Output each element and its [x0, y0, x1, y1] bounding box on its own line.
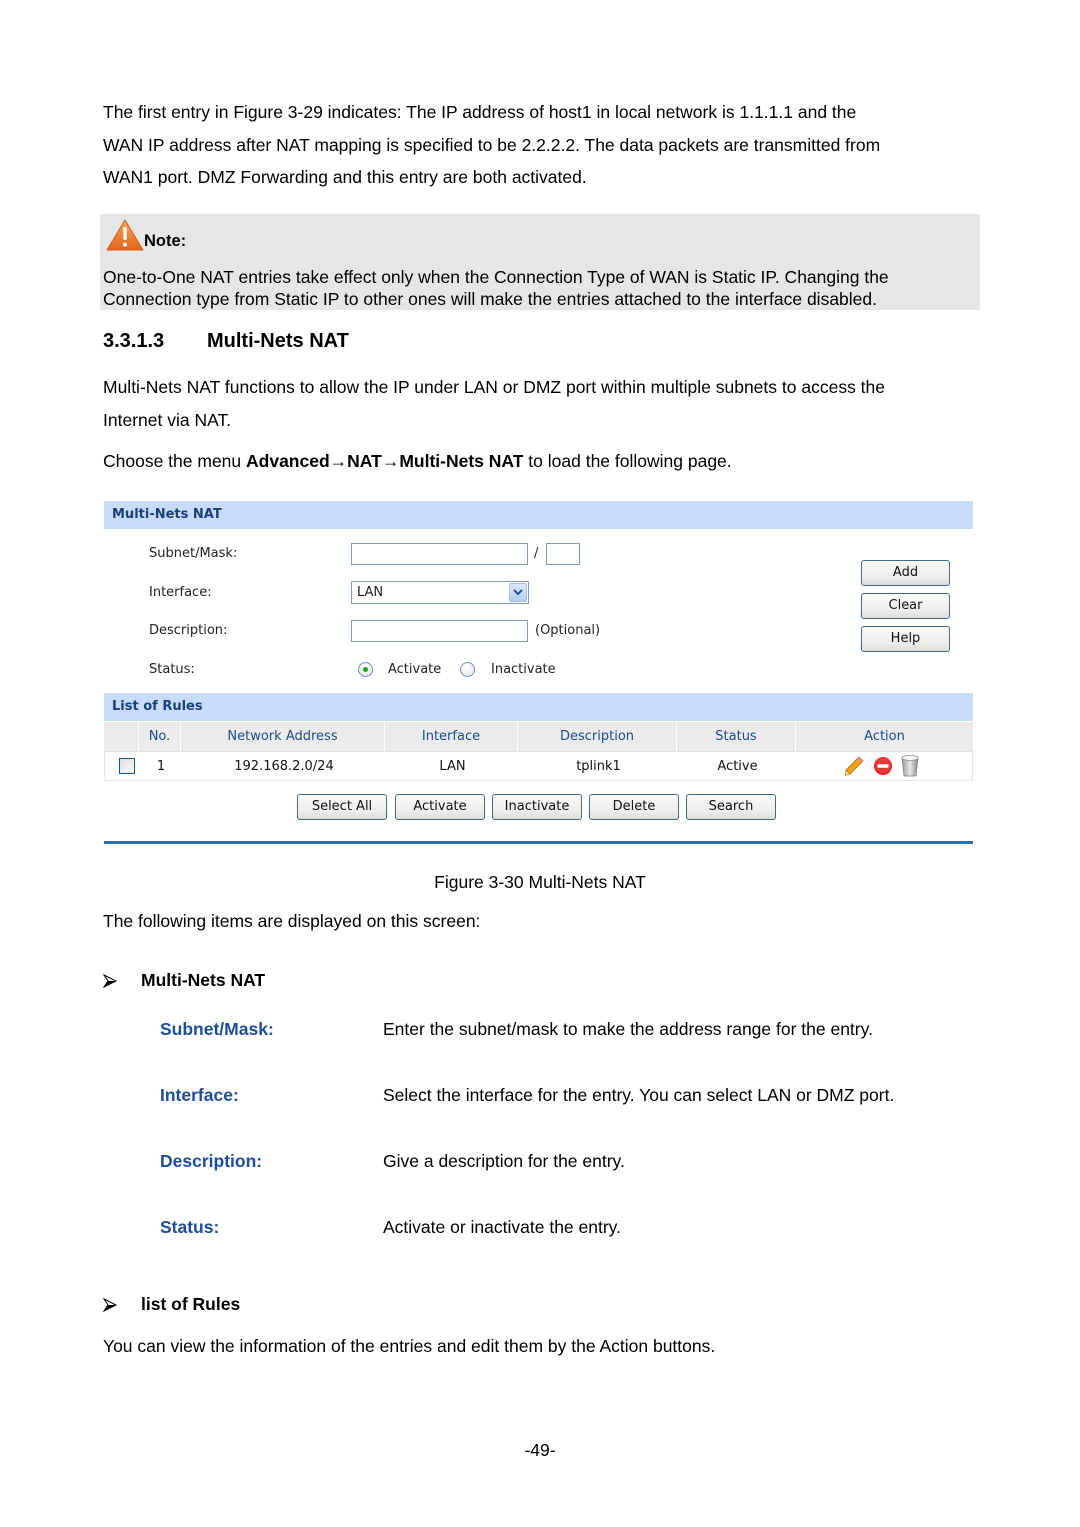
optional-hint: (Optional) — [535, 623, 601, 638]
select-all-button[interactable]: Select All — [297, 794, 387, 820]
menu-prefix: Choose the menu — [103, 451, 247, 471]
multi-nets-nat-screenshot: Multi-Nets NAT Subnet/Mask: / Interface:… — [104, 501, 973, 846]
note-title: Note: — [144, 232, 187, 250]
subnet-mask-label: Subnet/Mask: — [149, 546, 238, 561]
section-heading: 3.3.1.3 Multi-Nets NAT — [103, 329, 349, 353]
description-label: Description: — [149, 623, 228, 638]
col-status: Status — [677, 722, 796, 752]
status-inactivate-label: Inactivate — [491, 662, 556, 677]
description-input[interactable] — [351, 620, 528, 642]
row-network-address: 192.168.2.0/24 — [234, 759, 334, 774]
items-intro: The following items are displayed on thi… — [103, 911, 481, 931]
bullet-heading-text: list of Rules — [141, 1294, 241, 1314]
section-title: Multi-Nets NAT — [207, 330, 349, 352]
panel-header-list-of-rules: List of Rules — [104, 693, 973, 721]
col-select — [104, 722, 139, 752]
note-line-2: Connection type from Static IP to other … — [103, 289, 877, 309]
interface-label: Interface: — [149, 585, 212, 600]
figure-bottom-divider — [104, 841, 973, 844]
subnet-input[interactable] — [351, 543, 528, 565]
figure-caption: Figure 3-30 Multi-Nets NAT — [434, 872, 646, 892]
row-interface: LAN — [439, 759, 466, 774]
bullet-heading-list-of-rules: list of Rules — [103, 1294, 240, 1315]
status-label: Status: — [149, 662, 195, 677]
search-button[interactable]: Search — [686, 794, 776, 820]
term-interface: Interface: — [160, 1085, 239, 1105]
chevron-down-icon[interactable] — [509, 583, 527, 602]
rules-table-header: No. Network Address Interface Descriptio… — [104, 722, 973, 752]
term-description: Description: — [160, 1151, 263, 1171]
page-number: -49- — [524, 1440, 556, 1460]
clear-button[interactable]: Clear — [861, 593, 950, 619]
edit-pencil-icon[interactable] — [843, 755, 865, 788]
panel-header-multi-nets-nat: Multi-Nets NAT — [104, 501, 973, 529]
arrow-bullet-icon — [103, 1297, 141, 1312]
row-checkbox[interactable] — [119, 758, 135, 774]
row-no: 1 — [156, 759, 166, 774]
note-line-1: One-to-One NAT entries take effect only … — [103, 267, 889, 287]
arrow-bullet-icon — [103, 973, 141, 988]
def-description: Give a description for the entry. — [383, 1151, 625, 1171]
col-description: Description — [518, 722, 677, 752]
intro-line-2: WAN IP address after NAT mapping is spec… — [103, 134, 881, 155]
section-number: 3.3.1.3 — [103, 330, 165, 352]
row-description: tplink1 — [576, 759, 621, 774]
def-status: Activate or inactivate the entry. — [383, 1217, 621, 1237]
section-description: Multi-Nets NAT functions to allow the IP… — [103, 371, 973, 436]
bullet-heading-multi-nets-nat: Multi-Nets NAT — [103, 970, 265, 991]
disable-icon[interactable] — [873, 756, 893, 787]
menu-instruction: Choose the menu Advanced→NAT→Multi-Nets … — [103, 445, 973, 478]
intro-paragraph: The first entry in Figure 3-29 indicates… — [103, 96, 973, 194]
menu-path: Advanced→NAT→Multi-Nets NAT — [246, 451, 524, 471]
delete-trash-icon[interactable] — [900, 754, 920, 789]
def-interface: Select the interface for the entry. You … — [383, 1085, 895, 1105]
note-text: One-to-One NAT entries take effect only … — [103, 266, 980, 310]
list-of-rules-text: You can view the information of the entr… — [103, 1336, 716, 1356]
intro-line-3: WAN1 port. DMZ Forwarding and this entry… — [103, 167, 587, 187]
col-network-address: Network Address — [181, 722, 385, 752]
activate-button[interactable]: Activate — [395, 794, 485, 820]
mask-separator: / — [534, 546, 539, 561]
status-inactivate-radio[interactable] — [460, 662, 475, 677]
inactivate-button[interactable]: Inactivate — [492, 794, 582, 820]
note-box: Note: One-to-One NAT entries take effect… — [100, 214, 980, 310]
bullet-heading-text: Multi-Nets NAT — [141, 970, 266, 990]
table-row: 1 192.168.2.0/24 LAN tplink1 Active — [104, 752, 973, 781]
delete-button[interactable]: Delete — [589, 794, 679, 820]
row-status: Active — [717, 759, 758, 774]
interface-select[interactable]: LAN — [351, 581, 529, 604]
mask-input[interactable] — [546, 543, 580, 565]
add-button[interactable]: Add — [861, 560, 950, 586]
term-subnet-mask: Subnet/Mask: — [160, 1019, 274, 1039]
menu-suffix: to load the following page. — [523, 451, 732, 471]
note-header: Note: — [104, 216, 186, 252]
row-actions — [797, 752, 974, 781]
status-activate-label: Activate — [388, 662, 442, 677]
section-desc-line-1: Multi-Nets NAT functions to allow the IP… — [103, 377, 886, 397]
term-status: Status: — [160, 1217, 220, 1237]
col-no: No. — [139, 722, 181, 752]
col-action: Action — [864, 729, 905, 744]
section-desc-line-2: Internet via NAT. — [103, 409, 232, 430]
def-subnet-mask: Enter the subnet/mask to make the addres… — [383, 1019, 873, 1039]
interface-selected-value: LAN — [357, 585, 384, 600]
intro-line-1: The first entry in Figure 3-29 indicates… — [103, 102, 857, 122]
col-interface: Interface — [385, 722, 518, 752]
help-button[interactable]: Help — [861, 626, 950, 652]
warning-triangle-icon — [104, 218, 146, 252]
status-activate-radio[interactable] — [358, 662, 373, 677]
